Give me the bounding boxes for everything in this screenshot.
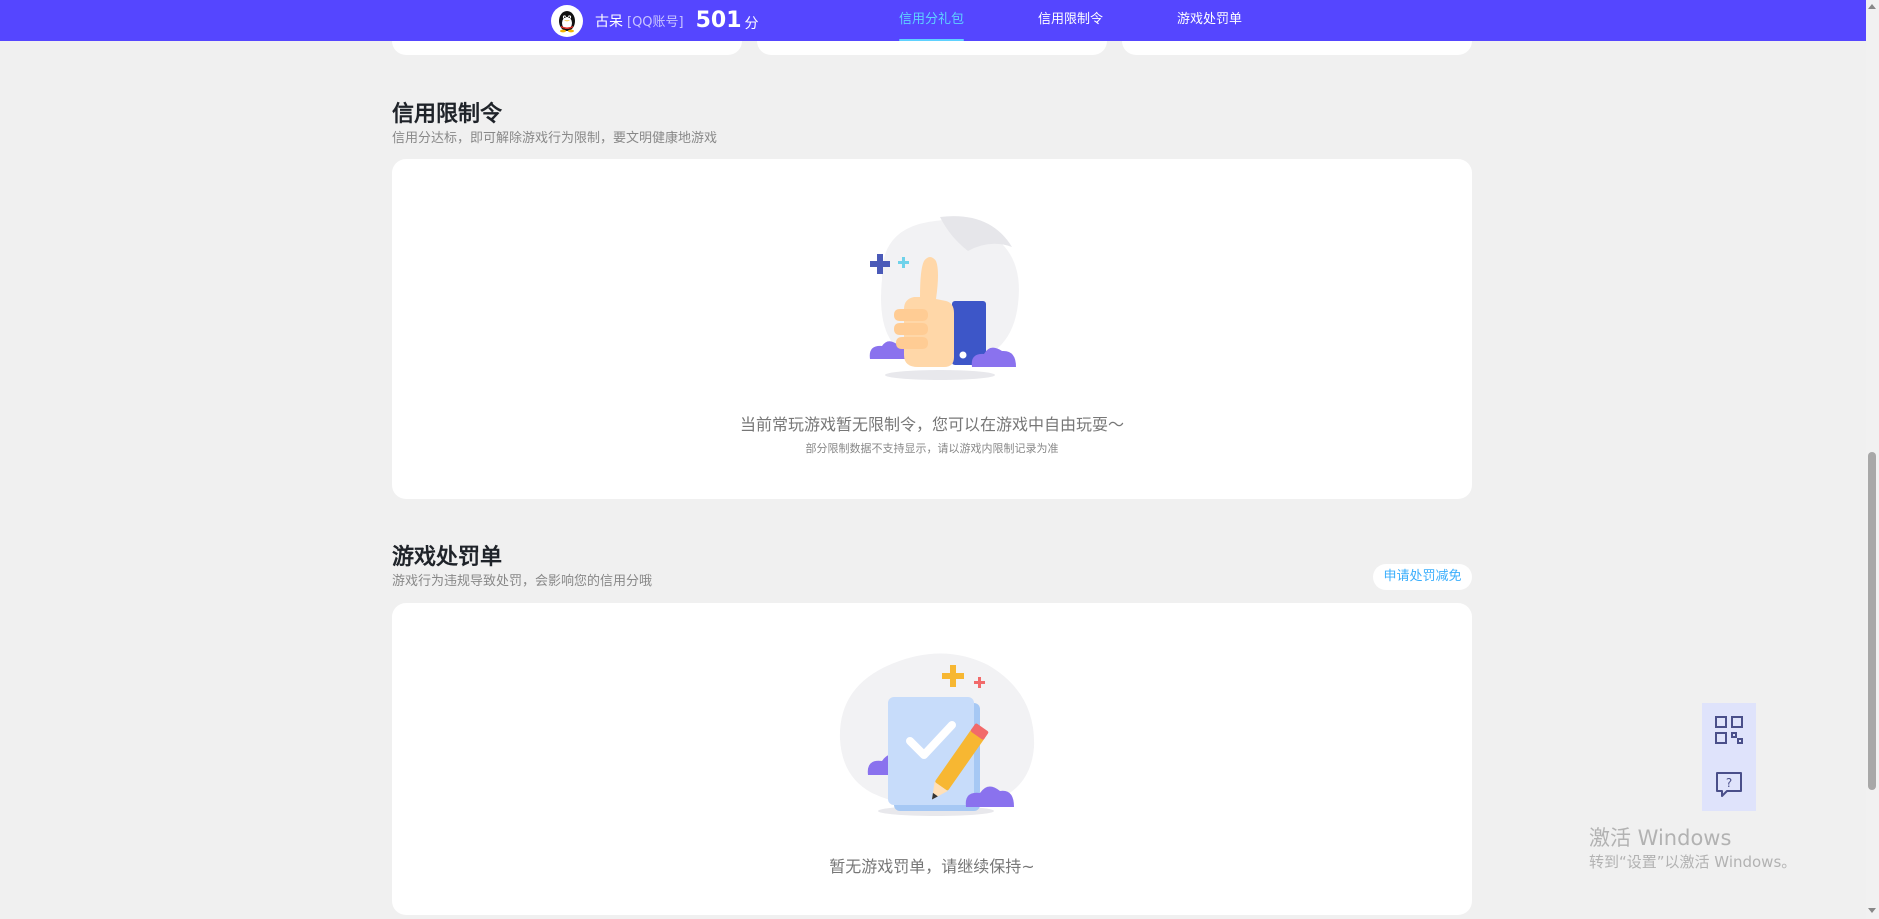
- penalty-empty-text: 暂无游戏罚单，请继续保持~: [829, 857, 1035, 876]
- apply-penalty-reduction-button[interactable]: 申请处罚减免: [1373, 564, 1472, 590]
- credit-score-value: 501: [695, 8, 742, 33]
- tab-game-penalty[interactable]: 游戏处罚单: [1177, 0, 1242, 41]
- restriction-section-subtitle: 信用分达标，即可解除游戏行为限制，要文明健康地游戏: [392, 131, 718, 146]
- credit-score-unit: 分: [744, 16, 759, 32]
- scrollbar-thumb[interactable]: [1868, 452, 1876, 790]
- windows-activation-title: 激活 Windows: [1589, 826, 1732, 850]
- clipboard-check-illustration: [839, 653, 1035, 816]
- help-button[interactable]: ?: [1702, 757, 1756, 811]
- qrcode-button[interactable]: [1702, 703, 1756, 757]
- qq-avatar[interactable]: [551, 4, 583, 37]
- top-nav-bar: 古呆 [QQ账号] 501 分 信用分礼包 信用限制令 游戏处罚单: [0, 0, 1866, 41]
- penalty-panel: 暂无游戏罚单，请继续保持~: [392, 603, 1472, 915]
- restriction-empty-note: 部分限制数据不支持显示，请以游戏内限制记录为准: [805, 442, 1059, 455]
- windows-activation-hint: 转到“设置”以激活 Windows。: [1589, 853, 1797, 871]
- tab-credit-gift[interactable]: 信用分礼包: [899, 0, 965, 41]
- qq-penguin-icon: [559, 10, 575, 32]
- penalty-section-subtitle: 游戏行为违规导致处罚，会影响您的信用分哦: [392, 574, 653, 589]
- restriction-panel: 当前常玩游戏暂无限制令，您可以在游戏中自由玩耍～ 部分限制数据不支持显示，请以游…: [392, 159, 1472, 499]
- scroll-down-arrow-icon[interactable]: [1868, 908, 1876, 913]
- help-chat-icon: ?: [1716, 772, 1742, 797]
- restriction-section-title: 信用限制令: [392, 102, 503, 127]
- user-nickname: 古呆: [595, 13, 623, 30]
- user-info: 古呆 [QQ账号] 501 分: [551, 3, 759, 38]
- tab-credit-restriction[interactable]: 信用限制令: [1038, 0, 1103, 41]
- thumbs-up-illustration: [869, 216, 1019, 380]
- scroll-up-arrow-icon[interactable]: [1868, 4, 1876, 9]
- penalty-section-title: 游戏处罚单: [392, 545, 503, 570]
- restriction-empty-text: 当前常玩游戏暂无限制令，您可以在游戏中自由玩耍～: [739, 415, 1124, 434]
- account-type-tag: [QQ账号]: [627, 15, 684, 30]
- qrcode-icon: [1715, 716, 1743, 744]
- svg-text:?: ?: [1726, 776, 1732, 790]
